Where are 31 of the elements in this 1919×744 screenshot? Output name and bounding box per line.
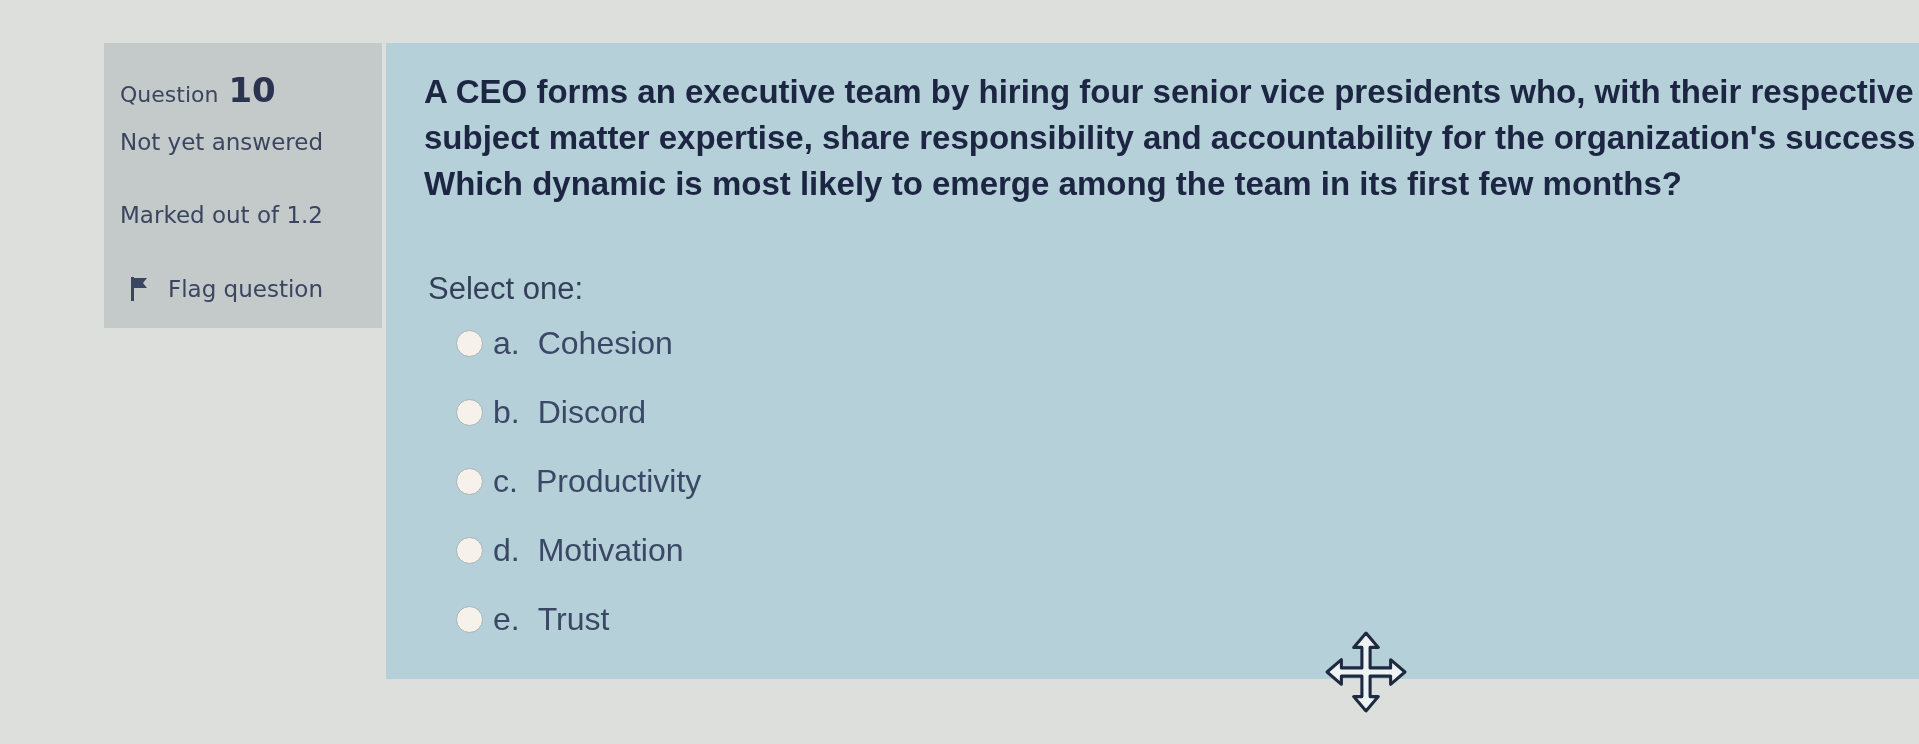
option-label[interactable]: a. Cohesion <box>493 323 673 363</box>
option-text: Productivity <box>535 462 702 501</box>
select-one-prompt: Select one: <box>428 270 585 308</box>
option-letter: a. <box>493 324 520 363</box>
flag-icon <box>130 276 148 303</box>
question-number: 10 <box>228 69 276 112</box>
option-letter: d. <box>493 531 520 570</box>
option-text: Cohesion <box>537 324 673 363</box>
radio-button[interactable] <box>456 398 483 426</box>
question-label: Question <box>120 81 219 109</box>
question-text-line: A CEO forms an executive team by hiring four senior vice presidents who, with their respective <box>424 72 1915 112</box>
move-cursor-icon <box>1325 631 1407 713</box>
option-text: Motivation <box>537 531 684 570</box>
radio-button[interactable] <box>456 605 483 633</box>
radio-button[interactable] <box>456 467 483 495</box>
question-text-line: Which dynamic is most likely to emerge among the team in its first few months? <box>424 164 1683 204</box>
radio-button[interactable] <box>456 329 483 357</box>
option-letter: e. <box>493 600 520 639</box>
marks-text: Marked out of 1.2 <box>120 200 324 230</box>
option-label[interactable]: e. Trust <box>493 599 610 639</box>
flag-question-button[interactable]: Flag question <box>120 272 323 307</box>
question-text-line: subject matter expertise, share responsibility and accountability for the organization's success <box>424 118 1917 158</box>
radio-button[interactable] <box>456 536 483 564</box>
option-letter: b. <box>493 393 520 432</box>
option-label[interactable]: d. Motivation <box>493 530 684 570</box>
option-label[interactable]: c. Productivity <box>493 461 702 501</box>
option-text: Trust <box>537 600 610 639</box>
option-letter: c. <box>493 462 518 501</box>
option-label[interactable]: b. Discord <box>493 392 647 432</box>
answer-status: Not yet answered <box>120 128 324 157</box>
option-text: Discord <box>537 393 647 432</box>
